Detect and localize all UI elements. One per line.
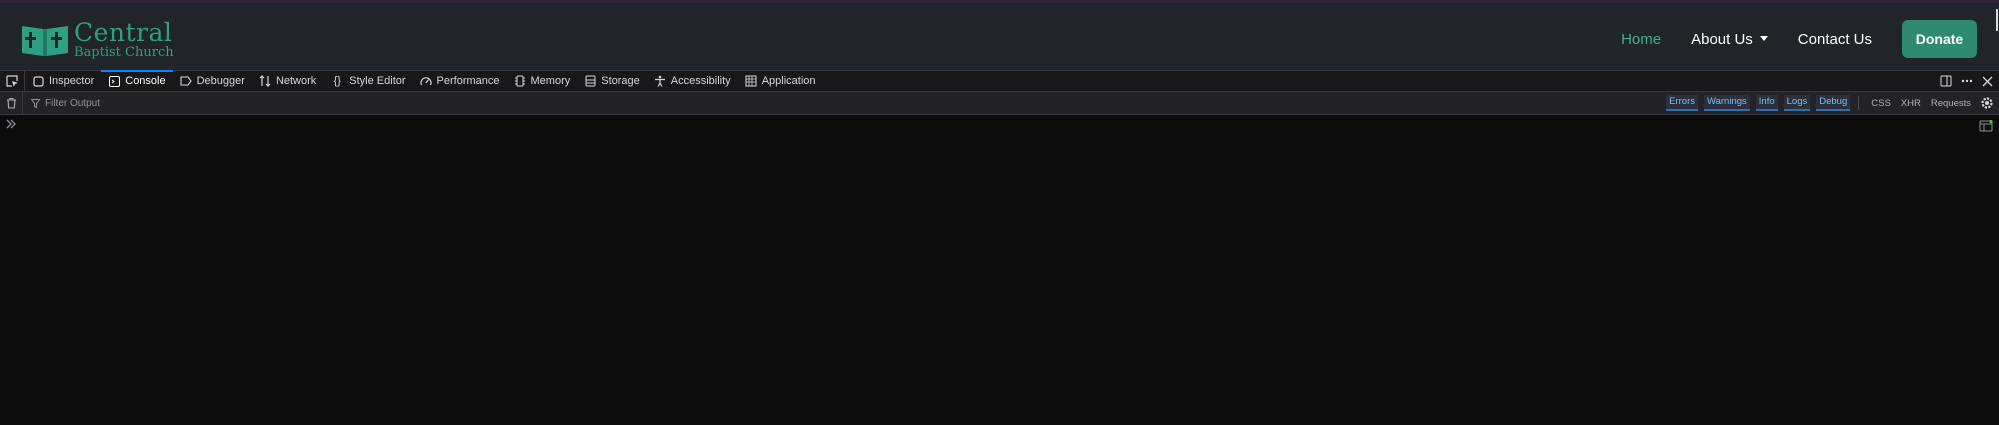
- filter-info[interactable]: Info: [1755, 95, 1778, 111]
- console-prompt-icon: [6, 119, 16, 129]
- application-icon: [745, 75, 757, 87]
- nav-about-us-label: About Us: [1691, 30, 1753, 48]
- tab-memory-label: Memory: [530, 75, 571, 87]
- filter-errors[interactable]: Errors: [1666, 95, 1698, 111]
- tab-accessibility-label: Accessibility: [670, 75, 731, 87]
- tab-console-label: Console: [125, 75, 166, 87]
- filter-logs[interactable]: Logs: [1783, 95, 1811, 111]
- tab-accessibility[interactable]: Accessibility: [647, 71, 738, 91]
- nav-about-us[interactable]: About Us: [1691, 31, 1768, 48]
- inspector-icon: [32, 75, 44, 87]
- filter-debug[interactable]: Debug: [1816, 95, 1851, 111]
- filter-icon: [31, 98, 40, 108]
- filter-css[interactable]: CSS: [1871, 98, 1891, 109]
- tab-performance-label: Performance: [436, 75, 500, 87]
- trash-icon: [6, 97, 16, 109]
- debugger-icon: [180, 75, 192, 87]
- tab-network-label: Network: [275, 75, 317, 87]
- network-icon: [259, 75, 271, 87]
- log-level-filters: Errors Warnings Info Logs Debug CSS XHR …: [1660, 92, 1971, 114]
- filter-xhr[interactable]: XHR: [1901, 98, 1921, 109]
- memory-icon: [514, 75, 526, 87]
- tab-memory[interactable]: Memory: [507, 71, 578, 91]
- close-icon: [1982, 76, 1993, 86]
- tab-network[interactable]: Network: [252, 71, 323, 91]
- performance-icon: [419, 75, 432, 87]
- logo-subtitle: Baptist Church: [74, 44, 174, 60]
- more-options-icon: [1961, 79, 1973, 83]
- tab-storage[interactable]: Storage: [577, 71, 647, 91]
- devtools-window-controls: [1931, 71, 1993, 91]
- tab-debugger[interactable]: Debugger: [173, 71, 252, 91]
- filter-output-input[interactable]: Filter Output: [31, 98, 100, 109]
- console-output[interactable]: [0, 115, 1999, 425]
- editor-mode-icon[interactable]: [1979, 120, 1993, 132]
- tab-style-editor-label: Style Editor: [349, 75, 406, 87]
- nav-home[interactable]: Home: [1621, 31, 1661, 48]
- more-options-button[interactable]: [1961, 75, 1973, 87]
- dock-side-icon: [1940, 75, 1952, 87]
- tab-debugger-label: Debugger: [196, 75, 245, 87]
- nav-contact-us[interactable]: Contact Us: [1798, 31, 1872, 48]
- donate-button[interactable]: Donate: [1902, 20, 1977, 58]
- scrollbar-thumb[interactable]: [1996, 9, 1998, 31]
- main-nav: Home About Us Contact Us Donate: [1591, 20, 1977, 58]
- tab-inspector[interactable]: Inspector: [25, 71, 101, 91]
- dock-button[interactable]: [1940, 75, 1952, 87]
- close-devtools-button[interactable]: [1982, 76, 1993, 87]
- filter-requests[interactable]: Requests: [1931, 98, 1971, 109]
- tab-storage-label: Storage: [601, 75, 640, 87]
- tab-style-editor[interactable]: {} Style Editor: [323, 71, 412, 91]
- gear-icon[interactable]: [1979, 95, 1995, 111]
- devtools-toolbar: Inspector Console Debugger Network {} St…: [0, 70, 1999, 92]
- element-picker-button[interactable]: [0, 71, 25, 91]
- open-bible-icon: [22, 26, 68, 56]
- filter-placeholder: Filter Output: [45, 97, 101, 109]
- tab-application-label: Application: [761, 75, 816, 87]
- tab-application[interactable]: Application: [738, 71, 823, 91]
- caret-down-icon: [1759, 35, 1768, 41]
- tab-performance[interactable]: Performance: [413, 71, 507, 91]
- console-filter-bar: Filter Output Errors Warnings Info Logs …: [0, 92, 1999, 115]
- accessibility-icon: [654, 75, 666, 87]
- console-icon: [108, 75, 120, 87]
- style-editor-icon: {}: [333, 75, 341, 87]
- clear-console-button[interactable]: [0, 92, 23, 114]
- site-header: Central Baptist Church Home About Us Con…: [0, 0, 1999, 70]
- tab-inspector-label: Inspector: [49, 75, 95, 87]
- logo-title: Central: [74, 17, 173, 47]
- filter-divider: [1858, 96, 1860, 110]
- church-logo[interactable]: Central Baptist Church: [20, 19, 174, 59]
- filter-warnings[interactable]: Warnings: [1704, 95, 1750, 111]
- tab-console[interactable]: Console: [101, 70, 173, 91]
- storage-icon: [584, 75, 596, 87]
- element-picker-icon: [5, 74, 18, 87]
